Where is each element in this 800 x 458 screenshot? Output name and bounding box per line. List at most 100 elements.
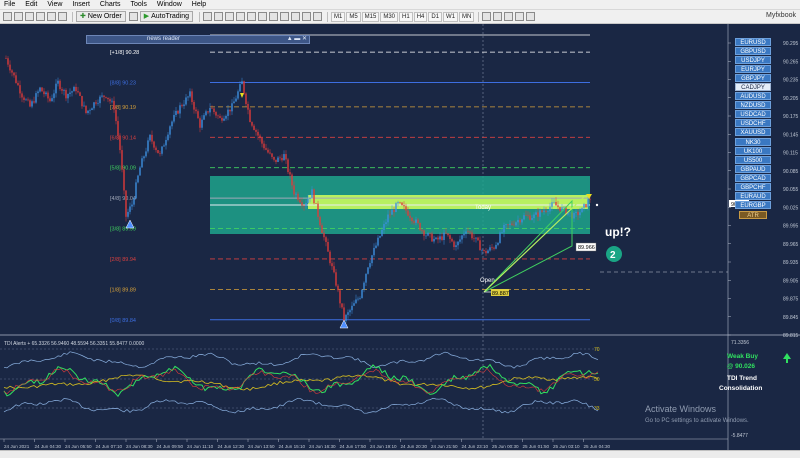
candle-body: [407, 210, 409, 216]
news-reader-label: news reader: [147, 36, 181, 42]
candle-body: [125, 190, 127, 217]
candle-body: [523, 215, 525, 220]
candle-body: [51, 98, 53, 102]
candle-body: [115, 109, 117, 122]
price-tick-label: 90.205: [783, 96, 799, 102]
zone-band: [308, 195, 588, 209]
candle-body: [219, 116, 221, 118]
symbol-button-nzdusd[interactable]: NZDUSD: [735, 101, 771, 110]
candle-body: [195, 109, 197, 112]
news-reader-controls[interactable]: ▲ ▬ ✕: [287, 36, 307, 43]
text-tool-icon[interactable]: [526, 12, 536, 21]
candle-body: [105, 96, 107, 98]
menu-item-file[interactable]: File: [4, 1, 15, 8]
new-order-button[interactable]: ✚ New Order: [76, 11, 126, 22]
candle-body: [351, 305, 353, 311]
atr-button[interactable]: ATR: [739, 210, 767, 219]
symbol-button-gbpjpy[interactable]: GBPJPY: [735, 74, 771, 83]
symbol-button-us500[interactable]: US500: [735, 155, 771, 164]
myfxbook-label[interactable]: Myfxbook: [766, 12, 796, 19]
timeframe-h1[interactable]: H1: [399, 11, 413, 22]
symbol-button-gbpusd[interactable]: GBPUSD: [735, 47, 771, 56]
symbol-button-audusd[interactable]: AUDUSD: [735, 92, 771, 101]
symbol-button-gbpcad[interactable]: GBPCAD: [735, 173, 771, 182]
timeframe-m5[interactable]: M5: [346, 11, 361, 22]
symbol-button-cadjpy[interactable]: CADJPY: [735, 83, 771, 92]
timeframe-m30[interactable]: M30: [380, 11, 399, 22]
data-window-icon[interactable]: [36, 12, 45, 21]
trendline-icon[interactable]: [515, 12, 525, 21]
candle-body: [141, 158, 143, 168]
market-watch-icon[interactable]: [25, 12, 34, 21]
menu-item-window[interactable]: Window: [157, 1, 182, 8]
menu-item-charts[interactable]: Charts: [100, 1, 121, 8]
periods-icon[interactable]: [301, 12, 311, 21]
symbol-button-eurjpy[interactable]: EURJPY: [735, 65, 771, 74]
symbol-button-nk30[interactable]: NK30: [735, 137, 771, 146]
timeframe-w1[interactable]: W1: [443, 11, 459, 22]
menu-item-insert[interactable]: Insert: [72, 1, 90, 8]
candle-body: [357, 298, 359, 300]
crosshair-icon[interactable]: [482, 12, 492, 21]
candle-body: [463, 233, 465, 236]
menu-item-view[interactable]: View: [47, 1, 62, 8]
candle-body: [73, 86, 75, 92]
vertical-line-icon[interactable]: [493, 12, 503, 21]
candle-body: [403, 205, 405, 207]
symbol-button-uk100[interactable]: UK100: [735, 146, 771, 155]
line-chart-icon[interactable]: [224, 12, 234, 21]
price-tick-label: 90.175: [783, 114, 799, 120]
bar-chart-icon[interactable]: [202, 12, 212, 21]
timeframe-m15[interactable]: M15: [361, 11, 380, 22]
symbol-button-eurgbp[interactable]: EURGBP: [735, 200, 771, 209]
indicators-icon[interactable]: [290, 12, 300, 21]
horizontal-line-icon[interactable]: [504, 12, 514, 21]
candle-body: [379, 235, 381, 238]
autotrading-button[interactable]: ▶ AutoTrading: [139, 11, 193, 22]
symbol-button-usdchf[interactable]: USDCHF: [735, 119, 771, 128]
symbol-button-usdjpy[interactable]: USDJPY: [735, 56, 771, 65]
menu-item-tools[interactable]: Tools: [131, 1, 147, 8]
timeframe-m1[interactable]: M1: [330, 11, 346, 22]
zoom-out-icon[interactable]: [246, 12, 256, 21]
candlestick-icon[interactable]: [213, 12, 223, 21]
menu-item-help[interactable]: Help: [192, 1, 206, 8]
templates-icon[interactable]: [312, 12, 322, 21]
timeframe-mn[interactable]: MN: [459, 11, 475, 22]
menu-item-edit[interactable]: Edit: [25, 1, 37, 8]
candle-body: [367, 267, 369, 274]
profiles-icon[interactable]: [14, 12, 23, 21]
zoom-in-icon[interactable]: [235, 12, 245, 21]
annotation-text: up!?: [605, 225, 631, 239]
chart-window[interactable]: [+1/8] 90.28 [8/8] 90.23 [7/8] 90.19 [6/8] …: [0, 24, 800, 450]
new-chart-icon[interactable]: [3, 12, 12, 21]
candle-body: [29, 100, 31, 107]
tile-windows-icon[interactable]: [257, 12, 267, 21]
candle-body: [227, 109, 229, 116]
terminal-icon[interactable]: [58, 12, 67, 21]
candle-body: [91, 108, 93, 111]
candle-body: [7, 58, 9, 65]
price-tick-label: 90.025: [783, 205, 799, 211]
symbol-button-euraud[interactable]: EURAUD: [735, 191, 771, 200]
chart-shift-icon[interactable]: [268, 12, 278, 21]
navigator-icon[interactable]: [47, 12, 56, 21]
today-label: Today: [475, 205, 491, 211]
autoscroll-icon[interactable]: [279, 12, 289, 21]
symbol-button-usdcad[interactable]: USDCAD: [735, 110, 771, 119]
candle-body: [123, 169, 125, 191]
candle-body: [455, 245, 457, 247]
symbol-button-eurusd[interactable]: EURUSD: [735, 38, 771, 46]
symbol-button-xauusd[interactable]: XAUUSD: [735, 128, 771, 137]
candle-body: [77, 91, 79, 93]
symbol-button-gbpaud[interactable]: GBPAUD: [735, 164, 771, 173]
timeframe-h4[interactable]: H4: [413, 11, 428, 22]
news-reader-bar[interactable]: news reader ▲ ▬ ✕: [86, 35, 310, 44]
timeframe-d1[interactable]: D1: [428, 11, 443, 22]
candle-body: [247, 104, 249, 110]
time-tick-label: 24 Jun 16:30: [309, 444, 336, 449]
metaeditor-icon[interactable]: [128, 12, 138, 21]
candle-body: [393, 210, 395, 213]
price-chart[interactable]: [+1/8] 90.28[8/8] 90.23[7/8] 90.19[6/8] …: [0, 24, 800, 450]
symbol-button-gbpchf[interactable]: GBPCHF: [735, 182, 771, 191]
